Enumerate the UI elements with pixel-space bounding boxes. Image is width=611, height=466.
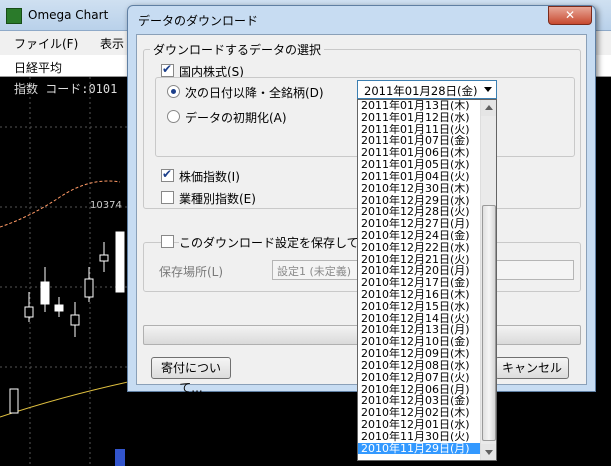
scrollbar-thumb[interactable]: [482, 205, 496, 441]
domestic-stocks-checkbox[interactable]: [161, 62, 174, 77]
date-option[interactable]: 2010年12月01日(水): [358, 419, 480, 431]
data-select-group-label: ダウンロードするデータの選択: [150, 41, 325, 58]
date-option[interactable]: 2010年12月24日(金): [358, 230, 480, 242]
menu-file[interactable]: ファイル(F): [14, 35, 78, 52]
date-option[interactable]: 2010年12月27日(月): [358, 218, 480, 230]
date-option[interactable]: 2010年12月17日(金): [358, 277, 480, 289]
date-option[interactable]: 2010年12月22日(水): [358, 242, 480, 254]
candles: [9, 231, 125, 414]
menu-view[interactable]: 表示: [100, 35, 124, 52]
sector-index-label: 業種別指数(E): [179, 192, 256, 206]
about-donation-button[interactable]: 寄付について...: [151, 357, 231, 395]
chart-gridlines: [0, 77, 130, 466]
date-option[interactable]: 2010年12月21日(火): [358, 254, 480, 266]
date-option[interactable]: 2010年12月16日(木): [358, 289, 480, 301]
save-setting-checkbox[interactable]: [161, 235, 174, 248]
date-option[interactable]: 2010年12月10日(金): [358, 336, 480, 348]
date-option[interactable]: 2010年12月20日(月): [358, 265, 480, 277]
date-option[interactable]: 2010年12月15日(水): [358, 301, 480, 313]
radio-next-date[interactable]: [167, 85, 180, 98]
cancel-button[interactable]: キャンセル: [495, 357, 569, 379]
date-option[interactable]: 2010年12月03日(金): [358, 395, 480, 407]
date-option[interactable]: 2010年12月28日(火): [358, 206, 480, 218]
scroll-up-icon[interactable]: [481, 100, 496, 116]
scroll-down-icon[interactable]: [481, 444, 496, 460]
date-option[interactable]: 2011年01月05日(水): [358, 159, 480, 171]
date-dropdown-list: 2011年01月13日(木) 2011年01月12日(水) 2011年01月11日(…: [357, 99, 497, 461]
date-option[interactable]: 2011年01月04日(火): [358, 171, 480, 183]
chart-app-icon: [6, 8, 22, 24]
date-option[interactable]: 2011年01月13日(木): [358, 100, 480, 112]
date-option[interactable]: 2010年11月30日(火): [358, 431, 480, 443]
volume-average-line: [0, 381, 129, 418]
index-selector-value: 日経平均: [14, 61, 63, 75]
date-option[interactable]: 2010年12月07日(火): [358, 372, 480, 384]
date-option[interactable]: 2010年12月30日(木): [358, 183, 480, 195]
stock-index-label: 株価指数(I): [179, 170, 240, 184]
chevron-down-icon[interactable]: [484, 87, 492, 92]
close-icon[interactable]: ✕: [548, 6, 592, 25]
date-option[interactable]: 2011年01月11日(火): [358, 124, 480, 136]
date-option[interactable]: 2010年12月09日(木): [358, 348, 480, 360]
date-option[interactable]: 2010年11月29日(月): [358, 442, 480, 455]
radio-next-date-label: 次の日付以降・全銘柄(D): [185, 86, 324, 100]
save-location-label: 保存場所(L): [159, 265, 224, 279]
date-option[interactable]: 2011年01月12日(水): [358, 112, 480, 124]
date-select-value: 2011年01月28日(金): [364, 84, 478, 98]
stock-index-checkbox[interactable]: [161, 167, 174, 182]
sector-index-checkbox[interactable]: [161, 191, 174, 204]
dialog-title: データのダウンロード: [138, 14, 259, 28]
app-title: Omega Chart: [28, 8, 109, 22]
date-option[interactable]: 2010年12月02日(木): [358, 407, 480, 419]
date-options: 2011年01月13日(木) 2011年01月12日(水) 2011年01月11日(…: [358, 100, 480, 455]
radio-initialize[interactable]: [167, 110, 180, 123]
radio-initialize-label: データの初期化(A): [185, 111, 287, 125]
date-option[interactable]: 2010年12月08日(水): [358, 360, 480, 372]
date-option[interactable]: 2011年01月07日(金): [358, 135, 480, 147]
date-option[interactable]: 2010年12月14日(火): [358, 313, 480, 325]
date-select[interactable]: 2011年01月28日(金): [357, 80, 497, 99]
date-option[interactable]: 2010年12月06日(月): [358, 384, 480, 396]
dropdown-scrollbar[interactable]: [480, 100, 496, 460]
date-option[interactable]: 2011年01月06日(木): [358, 147, 480, 159]
date-option[interactable]: 2010年12月13日(月): [358, 324, 480, 336]
price-label: 10374: [90, 200, 122, 211]
date-option[interactable]: 2010年12月29日(水): [358, 195, 480, 207]
volume-bar: [115, 449, 125, 466]
